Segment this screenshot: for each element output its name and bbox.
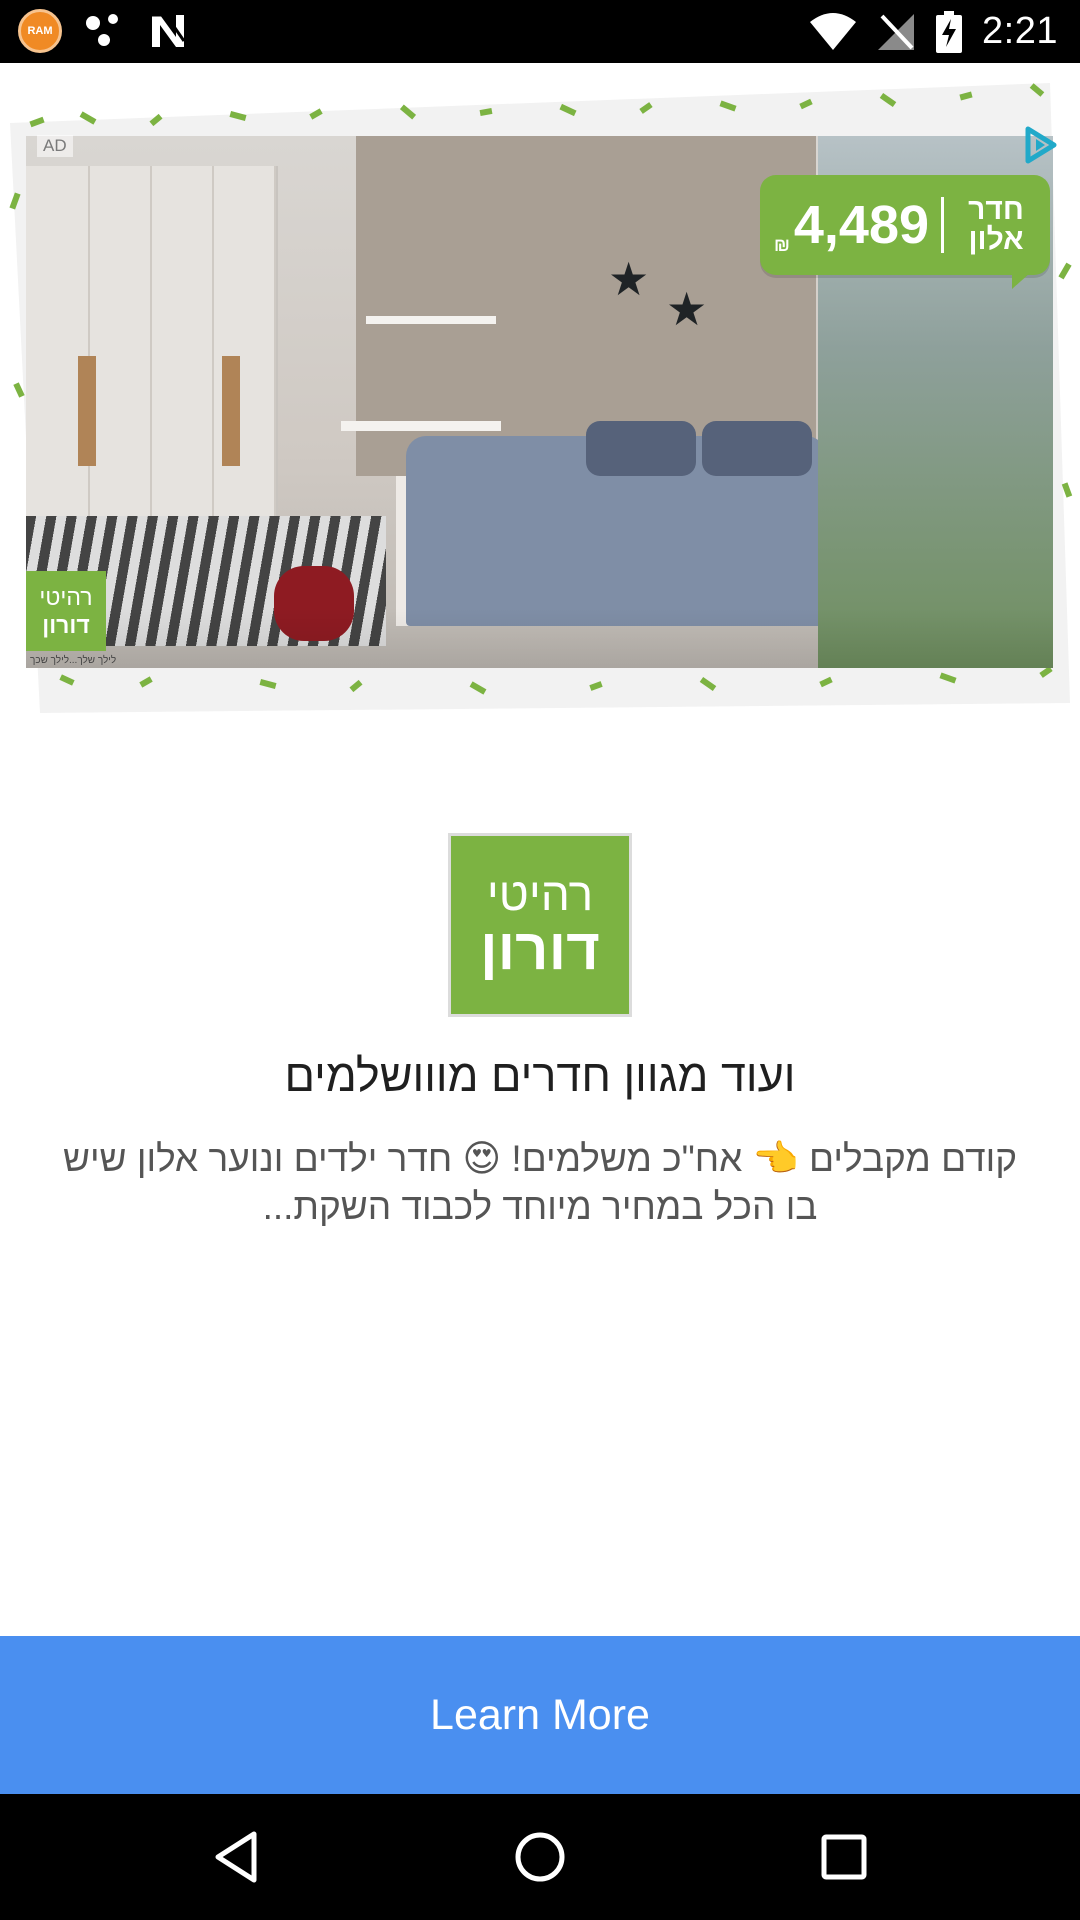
pillow xyxy=(702,421,812,476)
logo-line2: דורון xyxy=(480,917,600,982)
home-icon xyxy=(515,1832,565,1882)
adchoices-icon[interactable] xyxy=(1020,125,1060,165)
navigation-bar xyxy=(0,1794,1080,1920)
learn-more-button[interactable]: Learn More xyxy=(0,1636,1080,1794)
price-label: חדר אלון xyxy=(968,193,1024,256)
logo-line1: רהיטי xyxy=(486,868,594,920)
wifi-icon xyxy=(810,12,857,50)
back-button[interactable] xyxy=(176,1794,296,1920)
recents-button[interactable] xyxy=(784,1794,904,1920)
ad-banner[interactable]: ★ ★ AD חדר אלון ₪4,489 רהיטי דורון לילך … xyxy=(0,63,1080,743)
ad-badge: AD xyxy=(37,135,73,157)
status-right: 2:21 xyxy=(810,0,1058,63)
recents-icon xyxy=(821,1834,867,1880)
ad-headline: ועוד מגוון חדרים מווושלמים xyxy=(284,1050,796,1101)
desk xyxy=(341,421,501,431)
ram-icon: RAM xyxy=(18,9,62,53)
no-signal-icon xyxy=(878,13,915,50)
price-bubble: חדר אלון ₪4,489 xyxy=(760,175,1050,289)
ad-body-text: קודם מקבלים 👈 אח"כ משלמים! 😍 חדר ילדים ו… xyxy=(62,1138,1018,1227)
wardrobe xyxy=(26,166,278,576)
battery-charging-icon xyxy=(936,10,963,53)
back-icon xyxy=(215,1831,257,1883)
ad-fine-print: לילך שלך...לילך שכך xyxy=(30,655,117,666)
advertiser-logo[interactable]: רהיטי דורון xyxy=(448,833,632,1017)
price-value: ₪4,489 xyxy=(773,195,930,255)
status-bar: RAM 2:21 xyxy=(0,0,1080,63)
dots-icon xyxy=(84,10,126,52)
star-decoration-icon: ★ xyxy=(666,283,708,335)
star-decoration-icon: ★ xyxy=(608,253,650,305)
status-left: RAM xyxy=(18,8,188,54)
status-time: 2:21 xyxy=(982,10,1058,52)
n-icon xyxy=(152,13,186,47)
home-button[interactable] xyxy=(480,1794,600,1920)
pillow xyxy=(586,421,696,476)
wall-shelf xyxy=(366,316,496,324)
ad-brand-logo: רהיטי דורון xyxy=(26,571,106,651)
